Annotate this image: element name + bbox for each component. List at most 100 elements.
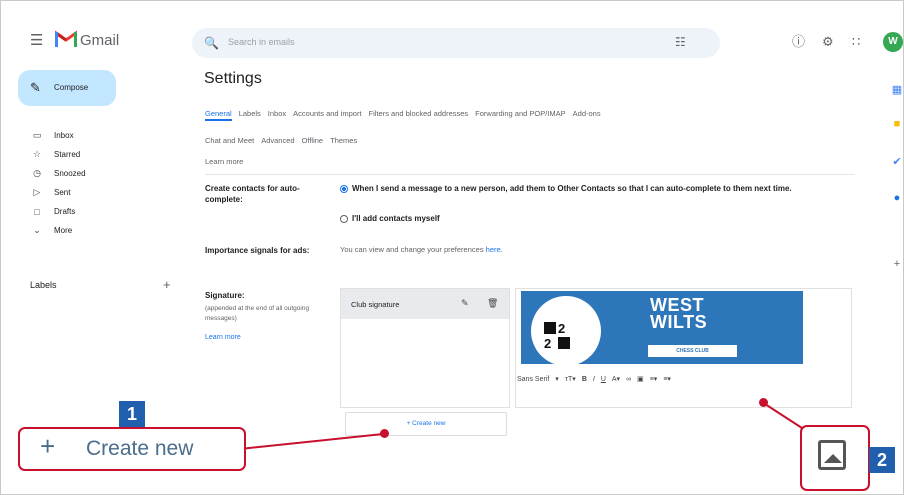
divider (205, 174, 855, 175)
compose-label: Compose (54, 83, 89, 92)
chevron-down-icon: ⌄ (33, 225, 41, 235)
option-manual-label: I'll add contacts myself (352, 214, 440, 223)
signature-sublabel: (appended at the end of all outgoing mes… (205, 305, 310, 322)
sidebar-item-drafts[interactable]: □ Drafts (30, 202, 86, 221)
tasks-icon[interactable]: ✔ (890, 155, 904, 168)
add-label-icon[interactable]: + (163, 277, 171, 292)
create-contacts-option-manual[interactable]: I'll add contacts myself (340, 214, 640, 224)
create-new-signature-button[interactable]: + Create new (345, 412, 507, 436)
banner-line-2: WILTS (650, 312, 708, 332)
sidebar-nav: ▭ Inbox ☆ Starred ◷ Snoozed ▷ Sent □ Drafts ⌄… (30, 126, 86, 240)
insert-image-icon (818, 440, 846, 470)
inbox-icon: ▭ (32, 130, 42, 140)
settings-tabs-row2: Chat and Meet Advanced Offline Themes (205, 136, 357, 145)
calendar-icon[interactable]: ▦ (890, 83, 904, 96)
signature-entry[interactable]: Club signature ✎ 🗑 (341, 289, 509, 319)
sidebar-item-starred[interactable]: ☆ Starred (30, 145, 86, 164)
signature-list: Club signature ✎ 🗑 (340, 288, 510, 408)
tab-chat-meet[interactable]: Chat and Meet (205, 136, 254, 145)
callout-create-new-label: Create new (86, 437, 194, 460)
tab-offline[interactable]: Offline (302, 136, 324, 145)
learn-more-link[interactable]: Learn more (205, 157, 243, 166)
sidebar-item-label: Snoozed (54, 169, 86, 178)
logo-digit: 2 (544, 336, 552, 351)
search-bar[interactable]: 🔍 Search in emails ☷ (192, 28, 720, 58)
tab-addons[interactable]: Add-ons (573, 109, 601, 121)
link-icon[interactable]: ∞ (626, 376, 631, 383)
tab-themes[interactable]: Themes (330, 136, 357, 145)
align-icon[interactable]: ≡▾ (650, 375, 658, 383)
tab-forwarding[interactable]: Forwarding and POP/IMAP (475, 109, 565, 121)
sidebar-item-snoozed[interactable]: ◷ Snoozed (30, 164, 86, 183)
radio-unselected-icon[interactable] (340, 214, 348, 223)
help-icon[interactable]: ⓘ (792, 35, 805, 48)
tab-advanced[interactable]: Advanced (261, 136, 294, 145)
search-icon[interactable]: 🔍 (204, 36, 219, 50)
step-number-badge: 1 (119, 401, 145, 427)
sidebar-item-more[interactable]: ⌄ More (30, 221, 86, 240)
tab-labels[interactable]: Labels (239, 109, 261, 121)
step-number-badge: 2 (869, 447, 895, 473)
signature-learn-more-link[interactable]: Learn more (205, 334, 241, 341)
callout-dot (380, 429, 389, 438)
signature-format-toolbar: Sans Serif ▾ тT▾ B I U A▾ ∞ ▣ ≡▾ ≡▾ (517, 375, 671, 384)
importance-text: You can view and change your preferences (340, 245, 484, 254)
gmail-logo-icon[interactable] (55, 30, 77, 47)
list-icon[interactable]: ≡▾ (663, 375, 671, 383)
gear-icon[interactable]: ⚙ (822, 35, 834, 48)
search-options-icon[interactable]: ☷ (675, 35, 686, 49)
apps-grid-icon[interactable]: ∷ (852, 35, 860, 48)
sidebar-item-label: Drafts (54, 207, 76, 216)
draft-icon: □ (34, 206, 40, 217)
tab-inbox[interactable]: Inbox (268, 109, 286, 121)
keep-icon[interactable]: ■ (890, 118, 904, 130)
callout-insert-image (800, 425, 870, 491)
pencil-icon: ✎ (30, 80, 41, 95)
compose-button[interactable]: ✎ Compose (18, 70, 116, 106)
signature-label: Signature: (205, 291, 245, 300)
radio-selected-icon[interactable] (340, 184, 348, 193)
labels-section: Labels + (30, 277, 171, 292)
labels-heading: Labels (30, 280, 57, 290)
preferences-link[interactable]: here. (486, 245, 503, 254)
tab-filters[interactable]: Filters and blocked addresses (369, 109, 469, 121)
banner-title: WEST WILTS (650, 296, 708, 332)
logo-square (544, 322, 556, 334)
bold-icon[interactable]: B (582, 376, 587, 383)
sidebar-item-inbox[interactable]: ▭ Inbox (30, 126, 86, 145)
underline-icon[interactable]: U (601, 376, 606, 383)
text-color-icon[interactable]: A▾ (612, 375, 620, 383)
main-menu-icon[interactable]: ☰ (30, 33, 43, 48)
callout-dot (759, 398, 768, 407)
importance-signals-text: You can view and change your preferences… (340, 245, 503, 254)
add-addon-icon[interactable]: + (890, 258, 904, 270)
logo-square (558, 337, 570, 349)
signature-name: Club signature (351, 300, 400, 309)
sidebar-item-label: Inbox (54, 131, 74, 140)
avatar[interactable]: W (883, 32, 903, 52)
send-icon: ▷ (33, 187, 41, 197)
sidebar-item-label: More (54, 226, 73, 235)
trash-icon[interactable]: 🗑 (487, 298, 498, 309)
clock-icon: ◷ (33, 168, 41, 178)
pencil-icon[interactable]: ✎ (461, 298, 469, 309)
callout-create-new: + Create new (18, 427, 246, 471)
create-contacts-option-auto[interactable]: When I send a message to a new person, a… (340, 184, 845, 194)
search-input[interactable]: Search in emails (228, 37, 295, 47)
chevron-down-icon[interactable]: ▾ (555, 375, 559, 383)
tab-general[interactable]: General (205, 109, 232, 121)
insert-image-icon[interactable]: ▣ (637, 375, 644, 383)
sidebar-item-sent[interactable]: ▷ Sent (30, 183, 86, 202)
banner-subtitle: CHESS CLUB (648, 345, 737, 357)
contacts-icon[interactable]: ● (890, 192, 904, 204)
plus-icon: + (40, 431, 56, 461)
sidebar-item-label: Sent (54, 188, 71, 197)
chess-logo: 2 2 (531, 296, 601, 366)
page-title: Settings (204, 70, 262, 87)
font-select[interactable]: Sans Serif (517, 376, 549, 383)
italic-icon[interactable]: I (593, 376, 595, 383)
tab-accounts[interactable]: Accounts and import (293, 109, 361, 121)
font-size-icon[interactable]: тT▾ (565, 375, 576, 383)
top-bar: ☰ Gmail 🔍 Search in emails ☷ ⓘ ⚙ ∷ W (0, 0, 904, 60)
option-auto-label: When I send a message to a new person, a… (352, 184, 792, 193)
